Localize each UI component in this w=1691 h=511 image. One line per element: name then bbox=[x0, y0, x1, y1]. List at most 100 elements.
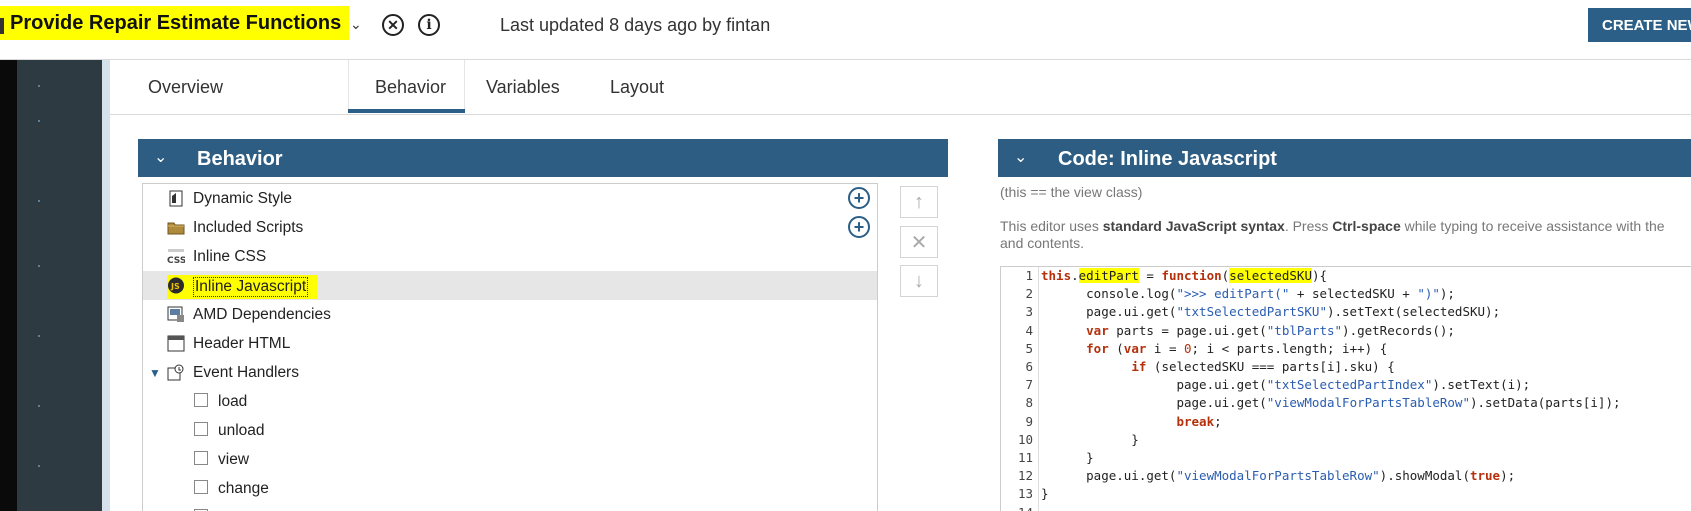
line-number: 1 bbox=[1025, 268, 1033, 283]
editor-hint-bold: standard JavaScript syntax bbox=[1102, 218, 1285, 234]
tab-variables[interactable]: Variables bbox=[486, 77, 560, 98]
list-item-label: Header HTML bbox=[193, 335, 291, 352]
checkbox[interactable] bbox=[194, 480, 208, 494]
code-line[interactable]: page.ui.get("txtSelectedPartIndex").setT… bbox=[1041, 377, 1530, 392]
move-up-button[interactable]: ↑ bbox=[900, 186, 938, 218]
close-circle-icon[interactable]: ✕ bbox=[382, 14, 404, 36]
tab-bar: Overview Behavior Variables Layout bbox=[110, 60, 1691, 115]
checkbox[interactable] bbox=[194, 393, 208, 407]
tab-overview[interactable]: Overview bbox=[148, 77, 223, 98]
arrow-down-icon: ↓ bbox=[914, 269, 924, 292]
code-line[interactable]: for (var i = 0; i < parts.length; i++) { bbox=[1041, 341, 1387, 356]
code-line[interactable]: page.ui.get("viewModalForPartsTableRow")… bbox=[1041, 468, 1515, 483]
event-handler-view[interactable]: view bbox=[143, 445, 877, 474]
editor-hint-text: . Press bbox=[1284, 218, 1333, 234]
rail-dot bbox=[38, 265, 40, 267]
tab-behavior[interactable]: Behavior bbox=[375, 77, 446, 98]
rail-dot bbox=[38, 335, 40, 337]
line-number-gutter: 1234567891011121314 bbox=[1001, 267, 1039, 511]
html-icon bbox=[167, 335, 185, 352]
event-handler-label: unload bbox=[218, 422, 265, 439]
left-nav-rail bbox=[17, 60, 102, 511]
code-editor[interactable]: 1234567891011121314 this.editPart = func… bbox=[1000, 266, 1691, 511]
left-black-rail bbox=[0, 60, 17, 511]
event-handlers-icon bbox=[167, 364, 184, 381]
line-number: 12 bbox=[1017, 468, 1033, 484]
javascript-icon: JS bbox=[168, 277, 184, 294]
list-item-inline-javascript[interactable]: JS Inline Javascript bbox=[143, 271, 877, 300]
page-title[interactable]: Provide Repair Estimate Functions bbox=[10, 12, 341, 35]
behavior-section-title: Behavior bbox=[197, 148, 283, 170]
close-icon: ✕ bbox=[910, 231, 928, 254]
code-line[interactable]: if (selectedSKU === parts[i].sku) { bbox=[1041, 359, 1394, 374]
add-included-script-button[interactable]: + bbox=[848, 216, 870, 238]
line-number: 14 bbox=[1018, 505, 1033, 511]
list-item-event-handlers[interactable]: ▼ Event Handlers bbox=[143, 358, 877, 387]
svg-text:JS: JS bbox=[170, 282, 180, 291]
code-line[interactable]: var parts = page.ui.get("tblParts").getR… bbox=[1041, 323, 1455, 338]
info-icon[interactable]: i bbox=[418, 14, 440, 36]
event-handler-change[interactable]: change bbox=[143, 474, 877, 503]
checkbox[interactable] bbox=[194, 422, 208, 436]
line-number: 11 bbox=[1017, 450, 1033, 465]
create-new-button[interactable]: CREATE NEW bbox=[1588, 8, 1691, 42]
title-marker bbox=[0, 18, 4, 34]
line-number: 3 bbox=[1025, 304, 1033, 320]
checkbox[interactable] bbox=[194, 451, 208, 465]
line-number: 5 bbox=[1025, 340, 1033, 356]
code-line[interactable]: } bbox=[1041, 450, 1094, 465]
line-number: 8 bbox=[1025, 395, 1033, 411]
code-line[interactable]: console.log(">>> editPart(" + selectedSK… bbox=[1041, 286, 1455, 301]
code-line[interactable]: page.ui.get("viewModalForPartsTableRow")… bbox=[1041, 395, 1620, 410]
editor-hint: This editor uses standard JavaScript syn… bbox=[1000, 218, 1665, 234]
code-line[interactable]: } bbox=[1041, 486, 1049, 501]
dynamic-style-icon bbox=[169, 190, 183, 207]
list-item-amd-dependencies[interactable]: AMD Dependencies bbox=[143, 300, 877, 329]
editor-hint-cont: and contents. bbox=[1000, 235, 1085, 251]
line-number: 2 bbox=[1025, 286, 1033, 302]
amd-icon bbox=[167, 306, 184, 322]
tab-layout[interactable]: Layout bbox=[610, 77, 664, 98]
list-item-included-scripts[interactable]: Included Scripts + bbox=[143, 213, 877, 242]
list-item-label: Dynamic Style bbox=[193, 190, 293, 207]
rail-dot bbox=[38, 120, 40, 122]
delete-button[interactable]: ✕ bbox=[900, 226, 938, 258]
add-dynamic-style-button[interactable]: + bbox=[848, 187, 870, 209]
move-down-button[interactable]: ↓ bbox=[900, 265, 938, 297]
editor-hint-bold: Ctrl-space bbox=[1332, 218, 1401, 234]
rail-dot bbox=[38, 85, 40, 87]
list-item-label: AMD Dependencies bbox=[193, 306, 331, 323]
tab-active-indicator bbox=[348, 109, 465, 113]
code-section-header[interactable]: ⌄ Code: Inline Javascript bbox=[998, 139, 1691, 177]
chevron-down-icon[interactable]: ⌄ bbox=[350, 16, 362, 33]
event-handler-load[interactable]: load bbox=[143, 387, 877, 416]
editor-hint-text: This editor uses bbox=[1000, 218, 1103, 234]
arrow-up-icon: ↑ bbox=[914, 190, 924, 213]
code-line[interactable]: break; bbox=[1041, 414, 1221, 429]
behavior-section-header[interactable]: ⌄ Behavior bbox=[138, 139, 948, 177]
top-header: Provide Repair Estimate Functions ⌄ ✕ i … bbox=[0, 0, 1691, 60]
last-updated-text: Last updated 8 days ago by fintan bbox=[500, 15, 771, 35]
event-handler-unload[interactable]: unload bbox=[143, 416, 877, 445]
css-icon: CSS bbox=[167, 249, 185, 265]
code-line[interactable]: } bbox=[1041, 432, 1139, 447]
chevron-down-icon[interactable]: ⌄ bbox=[1014, 147, 1027, 167]
rail-dot bbox=[38, 200, 40, 202]
rail-dot bbox=[38, 405, 40, 407]
list-item-label: Event Handlers bbox=[193, 364, 299, 381]
code-line[interactable]: page.ui.get("txtSelectedPartSKU").setTex… bbox=[1041, 304, 1500, 319]
list-item-header-html[interactable]: Header HTML bbox=[143, 329, 877, 358]
code-line[interactable]: this.editPart = function(selectedSKU){ bbox=[1041, 268, 1327, 283]
svg-text:CSS: CSS bbox=[167, 256, 185, 265]
view-class-note: (this == the view class) bbox=[1000, 184, 1143, 200]
chevron-down-icon[interactable]: ⌄ bbox=[154, 147, 167, 167]
event-handler-more[interactable] bbox=[143, 503, 877, 511]
line-number: 7 bbox=[1025, 377, 1033, 393]
behavior-list: Dynamic Style + Included Scripts + CSS I… bbox=[142, 183, 878, 511]
view-title-container[interactable]: Provide Repair Estimate Functions bbox=[0, 6, 350, 40]
list-item-inline-css[interactable]: CSS Inline CSS bbox=[143, 242, 877, 271]
list-item-label: Inline Javascript bbox=[193, 277, 309, 297]
expand-triangle-icon[interactable]: ▼ bbox=[149, 366, 161, 380]
event-handler-label: load bbox=[218, 393, 248, 410]
list-item-dynamic-style[interactable]: Dynamic Style + bbox=[143, 184, 877, 213]
